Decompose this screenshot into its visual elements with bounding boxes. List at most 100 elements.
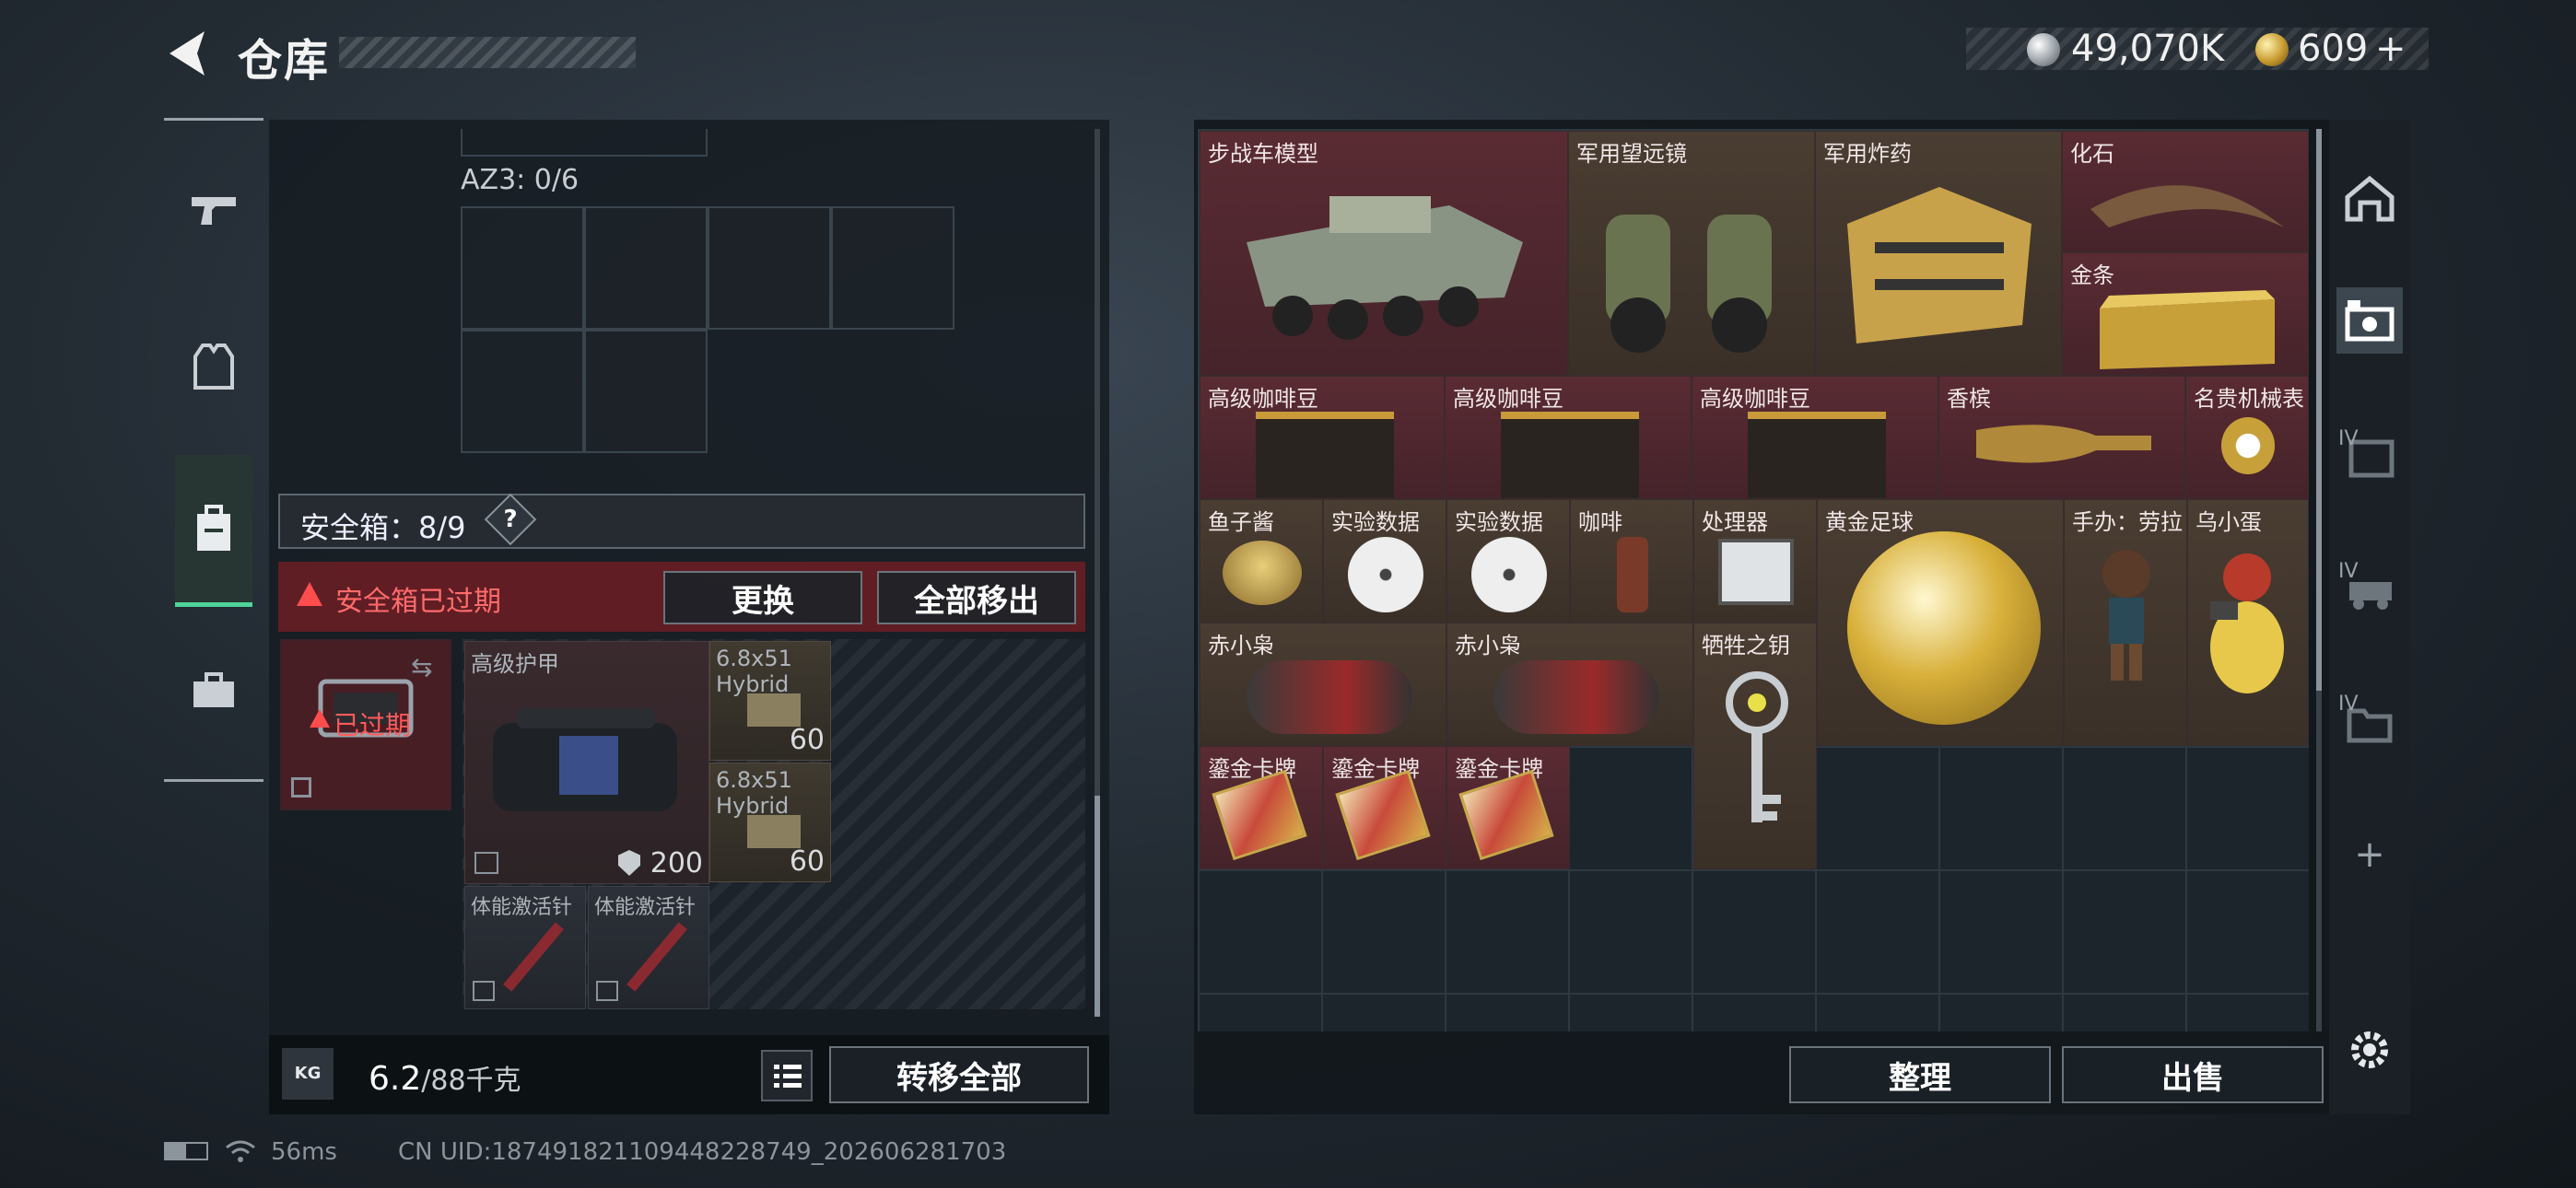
grid-slot[interactable] [461, 330, 584, 453]
gear-icon [2351, 1031, 2388, 1068]
vest-icon [193, 344, 234, 390]
gilded-card-icon [1212, 769, 1307, 861]
weight-kg-icon: KG [282, 1048, 334, 1100]
item-name: 牺牲之钥 [1702, 633, 1790, 658]
safe-box-item[interactable]: 已过期 ⇆ [280, 639, 451, 810]
stash-item[interactable]: 军用望远镜 [1568, 131, 1815, 376]
grid-slot[interactable] [831, 206, 954, 330]
item-name: 乌小蛋 [2195, 509, 2262, 535]
expired-status: 已过期 [334, 710, 412, 740]
stash-item[interactable]: 高级咖啡豆 [1692, 376, 1938, 499]
help-label: ? [503, 506, 518, 533]
stash-item[interactable]: 乌小蛋 [2187, 499, 2309, 746]
stash-item[interactable]: 咖啡 [1570, 499, 1693, 623]
safe-box-capacity: 安全箱：8/9 [300, 510, 466, 545]
lock-icon [291, 777, 311, 798]
figure-lara-icon [2102, 550, 2150, 681]
item-count: 60 [789, 724, 825, 756]
title-decoration [339, 37, 636, 68]
stash-item[interactable]: 实验数据 [1446, 499, 1570, 623]
stash-item[interactable]: 处理器 [1693, 499, 1817, 623]
stash-item[interactable]: 高级咖啡豆 [1445, 376, 1692, 499]
add-gold-button[interactable]: + [2375, 28, 2406, 70]
armor-bag-icon [493, 708, 677, 811]
stash-tab-iv-3[interactable]: IV [2336, 689, 2403, 755]
replace-button[interactable]: 更换 [663, 571, 862, 624]
item-name: 赤小枭 [1455, 633, 1521, 658]
battery-icon [164, 1142, 208, 1160]
stash-item[interactable]: 步战车模型 [1200, 131, 1568, 376]
stash-item[interactable]: 金条 [2062, 252, 2309, 376]
gold-amount: 609 [2298, 28, 2369, 70]
weight-display: 6.2/88千克 [369, 1057, 521, 1098]
stash-item[interactable]: 赤小枭 [1446, 623, 1693, 746]
list-view-button[interactable] [761, 1050, 813, 1101]
category-safebox-tab[interactable] [175, 455, 252, 607]
item-ammo[interactable]: 6.8x51 Hybrid 60 [709, 641, 831, 761]
loadout-scroll-thumb[interactable] [1095, 796, 1100, 1017]
stash-item[interactable]: 实验数据 [1323, 499, 1446, 623]
key-icon [1726, 671, 1788, 822]
stash-item[interactable]: 鎏金卡牌 [1446, 746, 1570, 869]
add-stash-tab-button[interactable]: + [2336, 821, 2403, 888]
gold-coin-icon [2255, 33, 2289, 66]
sell-button[interactable]: 出售 [2062, 1046, 2324, 1103]
category-case-tab[interactable] [175, 652, 252, 729]
no-insure-icon [473, 981, 495, 1001]
no-insure-icon [474, 852, 498, 874]
sort-button[interactable]: 整理 [1789, 1046, 2051, 1103]
vehicle-model-icon [1247, 196, 1523, 340]
item-armor[interactable]: 高级护甲 200 [464, 641, 709, 884]
stash-item[interactable]: 化石 [2062, 131, 2309, 252]
stash-item[interactable]: 鱼子酱 [1200, 499, 1323, 623]
item-name: 处理器 [1702, 509, 1768, 535]
stash-tab-iv-1[interactable]: IV [2336, 424, 2403, 490]
stash-scroll-thumb[interactable] [2316, 129, 2322, 691]
grid-slot[interactable] [584, 206, 708, 330]
stash-tab-items[interactable] [2336, 287, 2403, 354]
item-name: 香槟 [1947, 386, 1991, 412]
ammo-box-icon [747, 815, 801, 848]
stash-item[interactable]: 名贵机械表 [2185, 376, 2309, 499]
remove-all-button[interactable]: 全部移出 [877, 571, 1076, 624]
grid-slot[interactable] [461, 206, 584, 330]
stash-item[interactable]: 赤小枭 [1200, 623, 1446, 746]
stash-tab-home[interactable] [2336, 166, 2403, 232]
category-armor-tab[interactable] [175, 328, 252, 405]
category-weapons-tab[interactable] [175, 171, 252, 249]
stash-item[interactable]: 手办：劳拉 [2064, 499, 2187, 746]
transfer-all-button[interactable]: 转移全部 [829, 1046, 1089, 1103]
item-syringe[interactable]: 体能激活针 [588, 886, 709, 1009]
stash-item[interactable]: 牺牲之钥 [1693, 623, 1817, 869]
durability-shield-icon [618, 850, 640, 876]
backpack-icon [197, 505, 230, 551]
coffee-bag-icon [1501, 412, 1639, 498]
briefcase-icon [193, 672, 234, 707]
stash-item[interactable]: 高级咖啡豆 [1200, 376, 1445, 499]
stash-item[interactable]: 黄金足球 [1817, 499, 2064, 746]
stash-item[interactable]: 鎏金卡牌 [1200, 746, 1323, 869]
stash-tab-iv-2[interactable]: IV [2336, 556, 2403, 623]
item-durability: 200 [650, 847, 703, 879]
stash-grid[interactable]: 步战车模型 军用望远镜 军用炸药 化石 金条 高级咖啡豆 高级咖啡豆 高级咖啡豆… [1198, 129, 2309, 1031]
processor-icon [1718, 539, 1794, 605]
back-arrow-icon[interactable] [164, 28, 210, 79]
item-name: 步战车模型 [1208, 141, 1318, 167]
item-name: 赤小枭 [1208, 633, 1274, 658]
stash-item[interactable]: 鎏金卡牌 [1323, 746, 1446, 869]
category-divider [164, 118, 263, 121]
weight-current: 6.2 [369, 1060, 422, 1098]
swap-icon[interactable]: ⇆ [411, 652, 444, 682]
stash-item[interactable]: 香槟 [1938, 376, 2185, 499]
grid-slot[interactable] [708, 206, 831, 330]
grid-slot[interactable] [584, 330, 708, 453]
item-name: 高级咖啡豆 [1453, 386, 1563, 412]
drone-icon [1493, 660, 1659, 734]
az-slot-label: AZ3: 0/6 [461, 164, 580, 196]
stash-item[interactable]: 军用炸药 [1815, 131, 2062, 376]
item-name: 实验数据 [1455, 509, 1543, 535]
item-name: 体能激活针 [471, 896, 573, 919]
settings-button[interactable] [2336, 1017, 2403, 1083]
item-syringe[interactable]: 体能激活针 [464, 886, 586, 1009]
item-ammo[interactable]: 6.8x51 Hybrid 60 [709, 763, 831, 882]
